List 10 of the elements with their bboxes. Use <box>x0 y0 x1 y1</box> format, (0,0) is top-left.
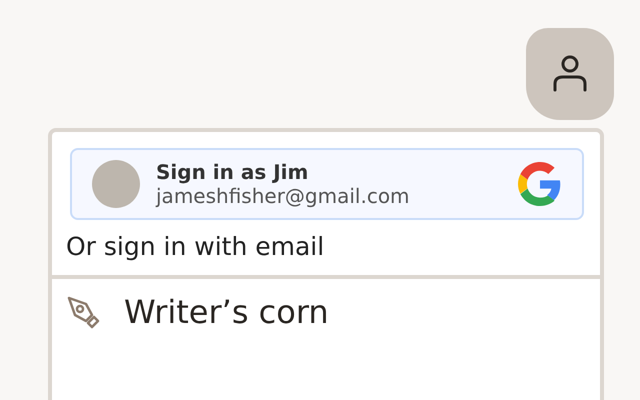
pen-nib-icon <box>66 295 100 329</box>
google-logo-icon <box>518 162 562 206</box>
avatar-placeholder <box>92 160 140 208</box>
google-sign-in-button[interactable]: Sign in as Jim jameshfisher@gmail.com <box>70 148 584 220</box>
user-icon <box>551 54 589 94</box>
email-address: jameshfisher@gmail.com <box>156 184 411 208</box>
menu-item[interactable]: Writer’s corn <box>66 293 329 331</box>
email-sign-in-link[interactable]: Or sign in with email <box>66 232 324 261</box>
sign-in-title: Sign in as Jim <box>156 160 310 184</box>
profile-button[interactable] <box>526 28 614 120</box>
